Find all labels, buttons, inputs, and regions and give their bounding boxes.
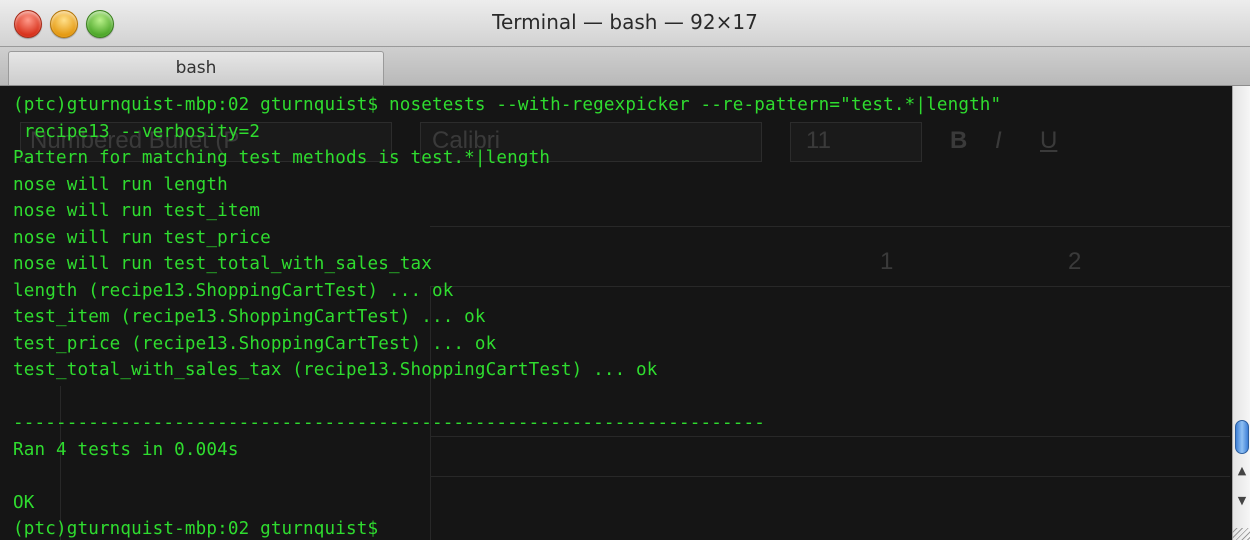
terminal-line: ----------------------------------------… [13, 413, 765, 433]
terminal-line: Ran 4 tests in 0.004s [13, 439, 239, 460]
terminal-line: Pattern for matching test methods is tes… [13, 148, 551, 168]
terminal-line: nose will run test_price [13, 227, 271, 248]
terminal-prompt[interactable]: (ptc)gturnquist-mbp:02 gturnquist$ [13, 516, 1001, 540]
terminal-line: nose will run test_item [13, 201, 261, 221]
vertical-scrollbar[interactable]: ▲ ▼ [1232, 86, 1250, 540]
scroll-thumb[interactable] [1235, 420, 1249, 454]
resize-grip-icon[interactable] [1232, 528, 1250, 540]
tab-bar: bash [0, 47, 1250, 86]
terminal-line: (ptc)gturnquist-mbp:02 gturnquist$ noset… [13, 95, 1002, 115]
terminal-line: test_total_with_sales_tax (recipe13.Shop… [13, 360, 658, 380]
terminal-output[interactable]: Numbered Bullet (P Calibri 11 B I U 1 2 … [0, 86, 1232, 540]
scroll-down-icon[interactable]: ▼ [1233, 494, 1250, 507]
terminal-line: recipe13 --verbosity=2 [13, 121, 261, 142]
tab-bash[interactable]: bash [8, 51, 384, 85]
title-bar[interactable]: Terminal — bash — 92×17 [0, 0, 1250, 47]
terminal-line: test_item (recipe13.ShoppingCartTest) ..… [13, 307, 486, 327]
terminal-lines: (ptc)gturnquist-mbp:02 gturnquist$ noset… [13, 92, 1001, 540]
ghost-ruler-mark-2: 2 [1068, 248, 1082, 275]
window-title: Terminal — bash — 92×17 [492, 10, 758, 34]
terminal-window: Terminal — bash — 92×17 bash Numbered Bu… [0, 0, 1250, 540]
scroll-up-icon[interactable]: ▲ [1233, 464, 1250, 477]
terminal-line: length (recipe13.ShoppingCartTest) ... o… [13, 280, 454, 301]
ghost-underline-button: U [1040, 127, 1058, 154]
terminal-line: OK [13, 492, 35, 513]
terminal-line: nose will run test_total_with_sales_tax [13, 254, 432, 274]
terminal-line: nose will run length [13, 174, 228, 195]
terminal-line: test_price (recipe13.ShoppingCartTest) .… [13, 333, 497, 354]
